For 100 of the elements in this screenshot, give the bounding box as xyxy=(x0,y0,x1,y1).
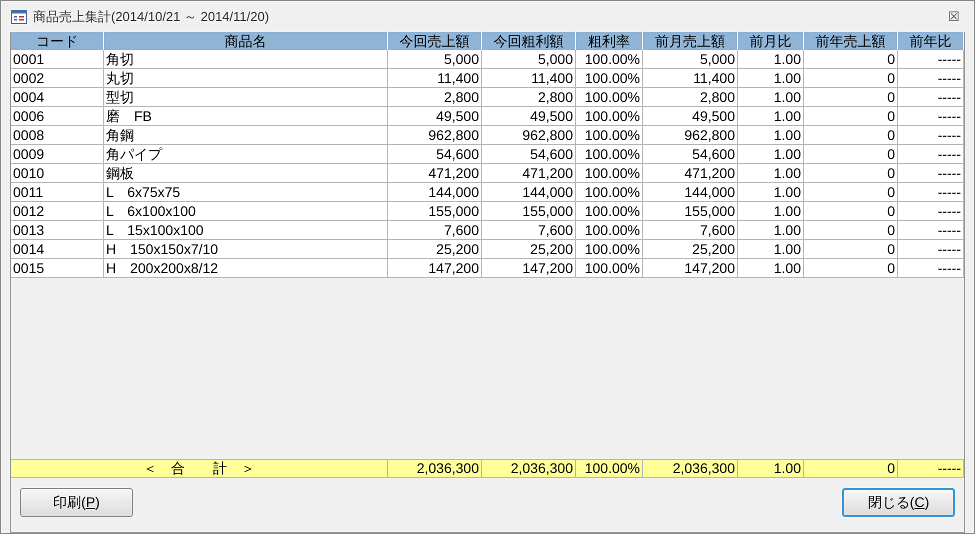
close-form-button[interactable]: 閉じる(C) xyxy=(842,488,955,517)
table-cell: 144,000 xyxy=(388,183,482,201)
table-cell: 5,000 xyxy=(388,50,482,68)
table-cell: L 15x100x100 xyxy=(104,221,388,239)
table-cell: 0011 xyxy=(11,183,104,201)
close-button[interactable]: ☒ xyxy=(948,10,960,23)
table-cell: 155,000 xyxy=(643,202,738,220)
table-cell: 11,400 xyxy=(643,69,738,87)
total-cell: 2,036,300 xyxy=(482,460,576,477)
form-icon xyxy=(11,10,27,24)
table-cell: ----- xyxy=(898,88,964,106)
table-cell: 100.00% xyxy=(576,259,643,277)
total-cell: 2,036,300 xyxy=(643,460,738,477)
table-cell: 1.00 xyxy=(738,164,804,182)
table-cell: 100.00% xyxy=(576,107,643,125)
table-cell: 0001 xyxy=(11,50,104,68)
table-cell: 147,200 xyxy=(643,259,738,277)
table-cell: 11,400 xyxy=(482,69,576,87)
table-cell: 1.00 xyxy=(738,107,804,125)
table-cell: 962,800 xyxy=(643,126,738,144)
table-cell: 0 xyxy=(804,50,898,68)
table-cell: 1.00 xyxy=(738,145,804,163)
table-cell: 2,800 xyxy=(482,88,576,106)
table-cell: 5,000 xyxy=(482,50,576,68)
table-cell: 49,500 xyxy=(643,107,738,125)
table-cell: 0 xyxy=(804,259,898,277)
window-title: 商品売上集計(2014/10/21 ～ 2014/11/20) xyxy=(33,8,270,26)
table-cell: 0014 xyxy=(11,240,104,258)
table-cell: H 150x150x7/10 xyxy=(104,240,388,258)
table-cell: 1.00 xyxy=(738,50,804,68)
table-cell: 100.00% xyxy=(576,145,643,163)
table-cell: 49,500 xyxy=(388,107,482,125)
table-cell: 2,800 xyxy=(388,88,482,106)
table-cell: 25,200 xyxy=(482,240,576,258)
table-cell: 5,000 xyxy=(643,50,738,68)
table-cell: 0008 xyxy=(11,126,104,144)
table-cell: 1.00 xyxy=(738,183,804,201)
table-cell: 100.00% xyxy=(576,69,643,87)
table-cell: 54,600 xyxy=(643,145,738,163)
total-cell: ----- xyxy=(898,460,964,477)
table-cell: 25,200 xyxy=(388,240,482,258)
table-cell: ----- xyxy=(898,183,964,201)
table-cell: 49,500 xyxy=(482,107,576,125)
table-cell: 54,600 xyxy=(482,145,576,163)
table-cell: 962,800 xyxy=(482,126,576,144)
table-cell: 471,200 xyxy=(643,164,738,182)
table-cell: 0015 xyxy=(11,259,104,277)
total-label: ＜ 合 計 ＞ xyxy=(11,460,388,477)
table-cell: 0 xyxy=(804,145,898,163)
table-cell: 0004 xyxy=(11,88,104,106)
total-cell: 1.00 xyxy=(738,460,804,477)
table-cell: 型切 xyxy=(104,88,388,106)
table-cell: 0010 xyxy=(11,164,104,182)
table-cell: 100.00% xyxy=(576,221,643,239)
table-cell: 0006 xyxy=(11,107,104,125)
table-cell: 1.00 xyxy=(738,126,804,144)
table-cell: 100.00% xyxy=(576,50,643,68)
print-button[interactable]: 印刷(P) xyxy=(20,488,133,517)
table-cell: 0 xyxy=(804,221,898,239)
table-cell: 角切 xyxy=(104,50,388,68)
table-cell: 0 xyxy=(804,126,898,144)
table-cell: 角鋼 xyxy=(104,126,388,144)
total-cell: 100.00% xyxy=(576,460,643,477)
table-cell: ----- xyxy=(898,126,964,144)
table-cell: 0009 xyxy=(11,145,104,163)
table-cell: 2,800 xyxy=(643,88,738,106)
table-cell: 0 xyxy=(804,69,898,87)
table-cell: ----- xyxy=(898,240,964,258)
table-cell: ----- xyxy=(898,145,964,163)
table-cell: 7,600 xyxy=(643,221,738,239)
table-cell: ----- xyxy=(898,221,964,239)
total-cell: 2,036,300 xyxy=(388,460,482,477)
table-cell: ----- xyxy=(898,69,964,87)
table-cell: 962,800 xyxy=(388,126,482,144)
table-cell: 100.00% xyxy=(576,183,643,201)
table-cell: 54,600 xyxy=(388,145,482,163)
table-cell: 100.00% xyxy=(576,126,643,144)
table-cell: 7,600 xyxy=(388,221,482,239)
table-cell: 25,200 xyxy=(643,240,738,258)
table-cell: 0002 xyxy=(11,69,104,87)
table-cell: 0 xyxy=(804,88,898,106)
table-cell: H 200x200x8/12 xyxy=(104,259,388,277)
total-cell: 0 xyxy=(804,460,898,477)
table-cell: 1.00 xyxy=(738,221,804,239)
table-cell: 1.00 xyxy=(738,69,804,87)
table-cell: 100.00% xyxy=(576,88,643,106)
table-cell: 144,000 xyxy=(643,183,738,201)
table-cell: 磨 FB xyxy=(104,107,388,125)
table-cell: 100.00% xyxy=(576,240,643,258)
table-cell: L 6x75x75 xyxy=(104,183,388,201)
table-cell: 角パイプ xyxy=(104,145,388,163)
table-cell: 鋼板 xyxy=(104,164,388,182)
table-cell: 丸切 xyxy=(104,69,388,87)
table-cell: L 6x100x100 xyxy=(104,202,388,220)
table-cell: 7,600 xyxy=(482,221,576,239)
table-cell: 1.00 xyxy=(738,202,804,220)
table-cell: ----- xyxy=(898,202,964,220)
table-cell: 471,200 xyxy=(482,164,576,182)
table-cell: 1.00 xyxy=(738,240,804,258)
table-cell: 0013 xyxy=(11,221,104,239)
